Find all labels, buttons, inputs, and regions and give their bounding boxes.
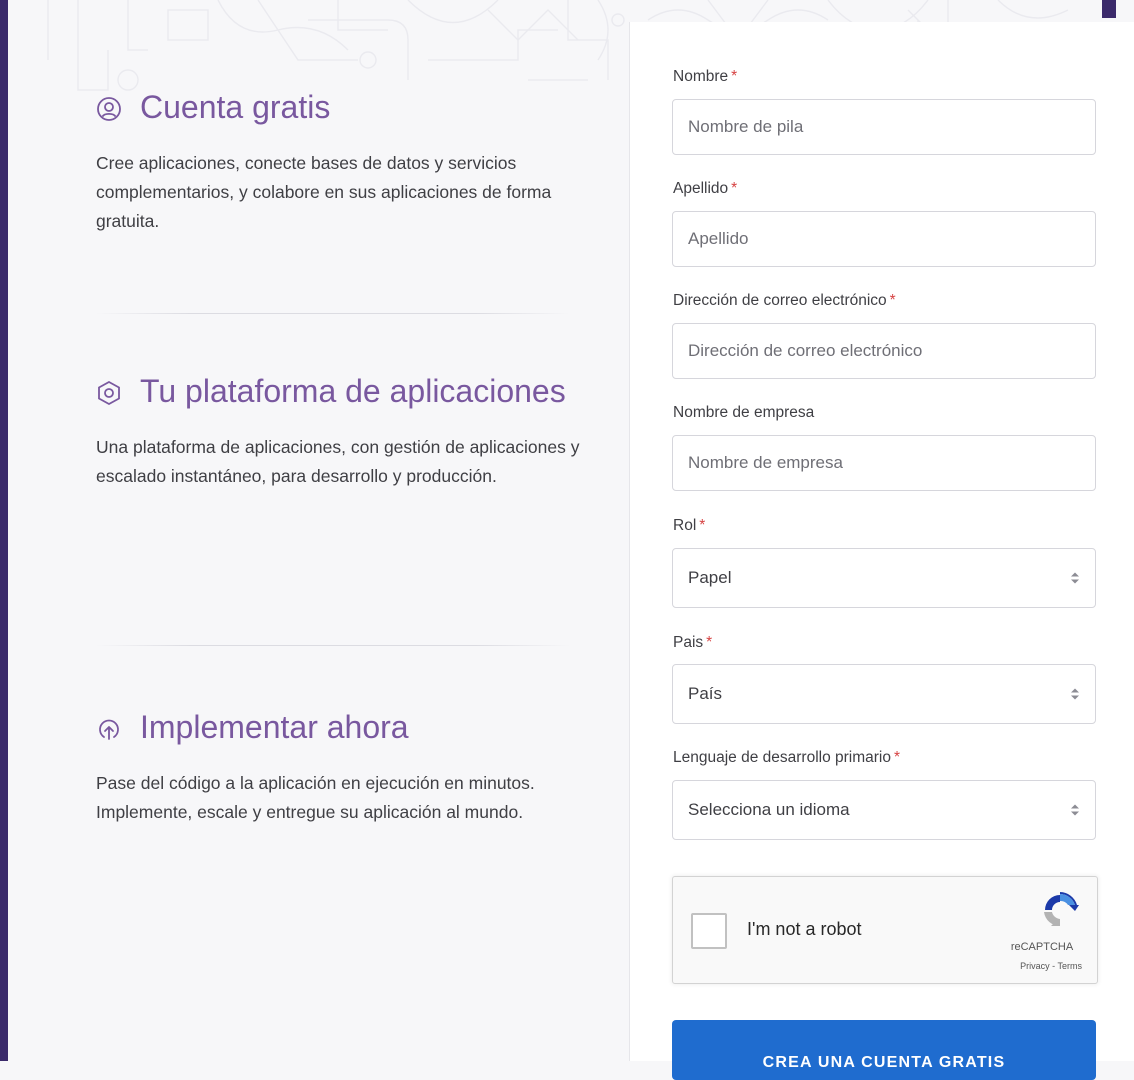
signup-form: Nombre* Apellido* Dirección de correo el… xyxy=(629,22,1134,1080)
first-name-input[interactable] xyxy=(672,99,1096,155)
left-edge-bar xyxy=(0,0,8,1061)
feature-app-platform: Tu plataforma de aplicaciones Una plataf… xyxy=(96,368,580,491)
upload-cloud-icon xyxy=(96,716,122,742)
language-selected-value: Selecciona un idioma xyxy=(688,800,850,819)
feature-description: Pase del código a la aplicación en ejecu… xyxy=(96,773,535,822)
role-label-text: Rol xyxy=(673,517,697,534)
country-label-text: Pais xyxy=(673,634,704,651)
recaptcha-brand: reCAPTCHA xyxy=(1010,941,1074,953)
select-arrows-icon xyxy=(1070,803,1080,817)
feature-description: Cree aplicaciones, conecte bases de dato… xyxy=(96,153,552,231)
language-label-text: Lenguaje de desarrollo primario xyxy=(673,749,891,766)
language-label: Lenguaje de desarrollo primario * xyxy=(673,749,900,767)
company-input[interactable] xyxy=(672,435,1096,491)
required-mark: * xyxy=(731,180,738,197)
email-label: Dirección de correo electrónico * xyxy=(673,292,896,310)
feature-title: Tu plataforma de aplicaciones xyxy=(96,368,580,415)
hexagon-icon xyxy=(96,380,122,406)
language-select[interactable]: Selecciona un idioma xyxy=(672,780,1096,840)
role-selected-value: Papel xyxy=(688,568,732,587)
recaptcha-links: Privacy - Terms xyxy=(992,961,1082,971)
feature-title: Cuenta gratis xyxy=(96,84,580,131)
required-mark: * xyxy=(889,292,896,309)
feature-free-account: Cuenta gratis Cree aplicaciones, conecte… xyxy=(96,84,580,236)
email-input[interactable] xyxy=(672,323,1096,379)
country-label: Pais * xyxy=(673,634,712,652)
recaptcha-logo-icon xyxy=(1044,892,1079,927)
feature-title-text: Implementar ahora xyxy=(140,709,409,745)
role-label: Rol * xyxy=(673,517,705,535)
section-divider xyxy=(96,645,570,646)
required-mark: * xyxy=(731,68,738,85)
required-mark: * xyxy=(699,517,706,534)
required-mark: * xyxy=(894,749,901,766)
email-label-text: Dirección de correo electrónico xyxy=(673,292,887,309)
terms-link[interactable]: Terms xyxy=(1058,961,1083,971)
country-selected-value: País xyxy=(688,684,723,703)
required-mark: * xyxy=(706,634,713,651)
country-select[interactable]: País xyxy=(672,664,1096,724)
create-free-account-button[interactable]: CREA UNA CUENTA GRATIS xyxy=(672,1020,1096,1080)
company-label-text: Nombre de empresa xyxy=(673,404,815,421)
recaptcha-label: I'm not a robot xyxy=(747,919,862,939)
recaptcha-widget: I'm not a robot reCAPTCHA Privacy - Term… xyxy=(672,876,1098,984)
last-name-label: Apellido * xyxy=(673,180,737,198)
company-label: Nombre de empresa xyxy=(673,404,814,422)
feature-description: Una plataforma de aplicaciones, con gest… xyxy=(96,437,580,486)
first-name-label: Nombre * xyxy=(673,68,737,86)
first-name-label-text: Nombre xyxy=(673,68,729,85)
recaptcha-checkbox[interactable] xyxy=(691,913,727,949)
feature-deploy-now: Implementar ahora Pase del código a la a… xyxy=(96,704,580,827)
feature-title-text: Tu plataforma de aplicaciones xyxy=(140,373,566,409)
links-separator: - xyxy=(1052,961,1056,971)
privacy-link[interactable]: Privacy xyxy=(1020,961,1050,971)
select-arrows-icon xyxy=(1070,571,1080,585)
last-name-label-text: Apellido xyxy=(673,180,729,197)
role-select[interactable]: Papel xyxy=(672,548,1096,608)
user-circle-icon xyxy=(96,96,122,122)
feature-title: Implementar ahora xyxy=(96,704,580,751)
feature-title-text: Cuenta gratis xyxy=(140,89,331,125)
last-name-input[interactable] xyxy=(672,211,1096,267)
section-divider xyxy=(96,313,570,314)
select-arrows-icon xyxy=(1070,687,1080,701)
